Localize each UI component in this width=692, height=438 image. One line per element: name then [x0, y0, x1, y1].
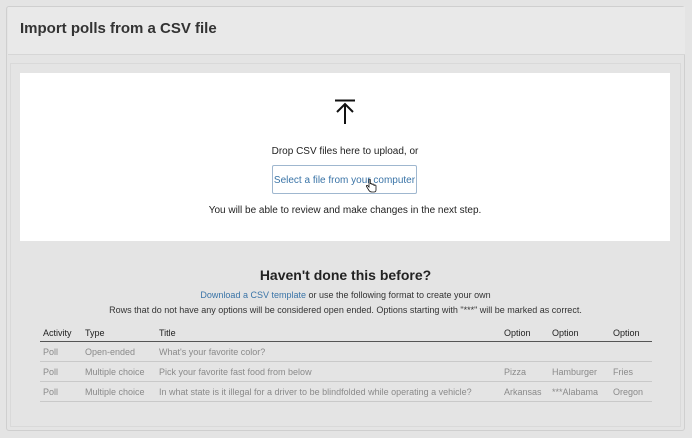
table-cell: In what state is it illegal for a driver…	[156, 381, 501, 402]
table-row: Poll Multiple choice Pick your favorite …	[40, 361, 652, 382]
download-template-link[interactable]: Download a CSV template	[200, 290, 306, 300]
upload-arrow-icon	[335, 99, 355, 124]
table-cell: Poll	[40, 341, 82, 362]
help-line1-text: or use the following format to create yo…	[305, 290, 491, 300]
table-cell	[501, 341, 549, 362]
content-panel: Drop CSV files here to upload, or Select…	[10, 63, 681, 427]
csv-format-table: Activity Type Title Option Option Option…	[40, 322, 652, 402]
column-header: Type	[82, 322, 156, 342]
table-cell: Poll	[40, 381, 82, 402]
table-cell: Arkansas	[501, 381, 549, 402]
table-cell: Multiple choice	[82, 361, 156, 382]
help-heading: Haven't done this before?	[259, 267, 432, 283]
table-cell: What's your favorite color?	[156, 341, 501, 362]
select-file-button[interactable]: Select a file from your computer	[272, 165, 417, 194]
column-header: Option	[501, 322, 549, 342]
help-options-note: Rows that do not have any options will b…	[109, 305, 582, 315]
table-cell	[610, 341, 652, 362]
table-cell: Fries	[610, 361, 652, 382]
csv-dropzone[interactable]: Drop CSV files here to upload, or Select…	[20, 73, 670, 241]
table-cell: Pick your favorite fast food from below	[156, 361, 501, 382]
table-cell	[549, 341, 610, 362]
hand-cursor-icon	[365, 179, 377, 193]
table-cell: ***Alabama	[549, 381, 610, 402]
review-note: You will be able to review and make chan…	[208, 205, 482, 216]
drop-instructions: Drop CSV files here to upload, or	[271, 146, 419, 157]
table-cell: Hamburger	[549, 361, 610, 382]
table-cell: Pizza	[501, 361, 549, 382]
page-title: Import polls from a CSV file	[20, 20, 217, 37]
table-header-row: Activity Type Title Option Option Option	[40, 322, 652, 342]
help-template-line: Download a CSV template or use the follo…	[11, 290, 680, 300]
table-row: Poll Multiple choice In what state is it…	[40, 381, 652, 402]
table-cell: Oregon	[610, 381, 652, 402]
table-row: Poll Open-ended What's your favorite col…	[40, 341, 652, 362]
column-header: Title	[156, 322, 501, 342]
column-header: Option	[610, 322, 652, 342]
table-cell: Open-ended	[82, 341, 156, 362]
table-cell: Poll	[40, 361, 82, 382]
page-header: Import polls from a CSV file	[8, 7, 685, 55]
column-header: Option	[549, 322, 610, 342]
table-cell: Multiple choice	[82, 381, 156, 402]
import-dialog: Import polls from a CSV file Drop CSV fi…	[6, 6, 685, 431]
column-header: Activity	[40, 322, 82, 342]
